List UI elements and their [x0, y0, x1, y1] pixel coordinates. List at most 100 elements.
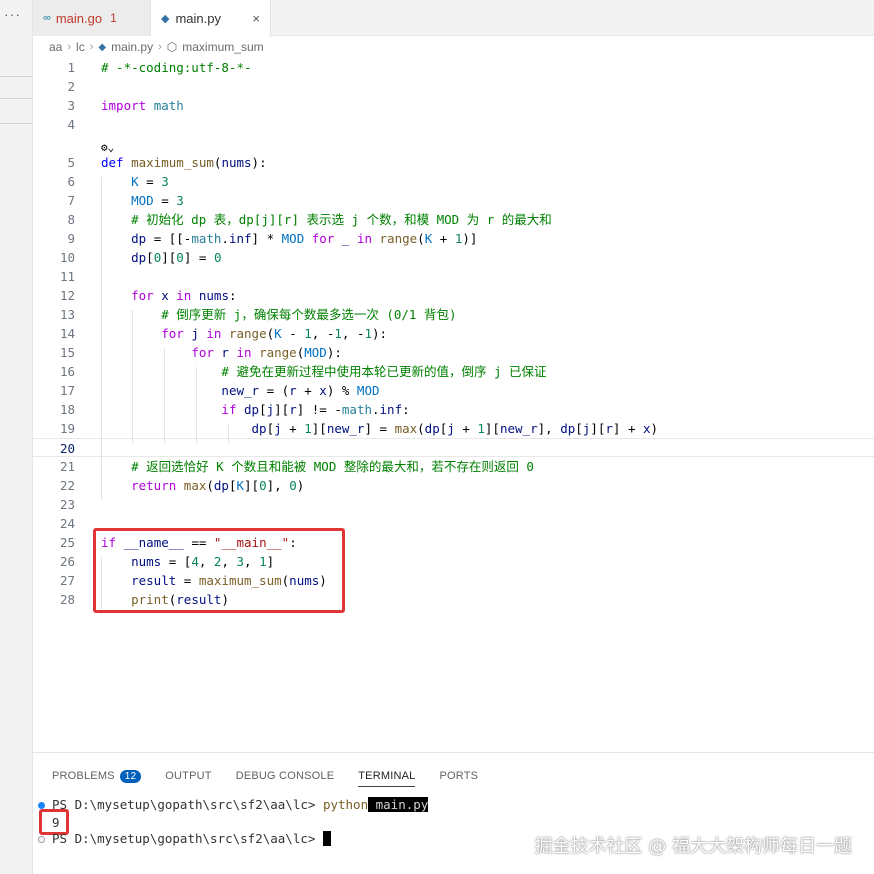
code-line[interactable]: 9 dp = [[-math.inf] * MOD for _ in range… [33, 229, 874, 248]
code-token: dp [131, 250, 147, 265]
code-line[interactable]: 21 # 返回选恰好 K 个数且和能被 MOD 整除的最大和，若不存在则返回 0 [33, 457, 874, 476]
code-line[interactable]: 1 # -*-coding:utf-8-*- [33, 58, 874, 77]
code-line[interactable]: 15 for r in range(MOD): [33, 343, 874, 362]
code-line[interactable]: 14 for j in range(K - 1, -1, -1): [33, 324, 874, 343]
code-line[interactable]: 17 new_r = (r + x) % MOD [33, 381, 874, 400]
code-token: r [289, 383, 297, 398]
line-number: 18 [59, 402, 75, 417]
code-token: ][ [161, 250, 177, 265]
code-token: dp [213, 478, 229, 493]
code-line[interactable]: 8 # 初始化 dp 表，dp[j][r] 表示选 j 个数，和模 MOD 为 … [33, 210, 874, 229]
breadcrumb-item[interactable]: aa [49, 40, 62, 54]
code-line[interactable]: 7 MOD = 3 [33, 191, 874, 210]
line-number: 26 [59, 554, 75, 569]
code-text: # 倒序更新 j，确保每个数最多选一次 (0/1 背包) [101, 305, 456, 324]
indent-guide [132, 310, 133, 443]
code-token: dp [244, 402, 260, 417]
tab-main-py[interactable]: ◆ main.py × [151, 0, 271, 37]
go-file-icon: ∞ [43, 12, 51, 24]
code-token: ): [251, 155, 267, 170]
code-line[interactable]: 19 dp[j + 1][new_r] = max(dp[j + 1][new_… [33, 419, 874, 438]
breadcrumb-item[interactable]: lc [76, 40, 85, 54]
tab-ports[interactable]: PORTS [439, 765, 478, 787]
code-token: new_r [499, 421, 538, 436]
tab-problems[interactable]: PROBLEMS 12 [52, 765, 142, 787]
code-token: MOD [304, 345, 327, 360]
code-text: # 返回选恰好 K 个数且和能被 MOD 整除的最大和，若不存在则返回 0 [101, 457, 534, 476]
code-line[interactable]: 20 [33, 438, 874, 457]
code-token: 1 [334, 326, 342, 341]
code-line[interactable]: 4 [33, 115, 874, 134]
tab-label: PROBLEMS [52, 770, 115, 782]
more-actions-icon[interactable]: ··· [4, 6, 21, 22]
code-line[interactable]: 10 dp[0][0] = 0 [33, 248, 874, 267]
code-token: 3 [176, 193, 184, 208]
code-line[interactable]: 5 def maximum_sum(nums): [33, 153, 874, 172]
code-text: for j in range(K - 1, -1, -1): [101, 324, 387, 343]
code-token: maximum_sum [131, 155, 214, 170]
terminal-prompt: PS D:\mysetup\gopath\src\sf2\aa\lc> [52, 797, 323, 812]
terminal-line: PS D:\mysetup\gopath\src\sf2\aa\lc> pyth… [52, 796, 429, 814]
python-file-icon: ◆ [161, 13, 170, 25]
code-line[interactable]: 3 import math [33, 96, 874, 115]
tab-main-go[interactable]: ∞ main.go 1 [33, 0, 151, 36]
code-line[interactable]: 23 [33, 495, 874, 514]
code-token: # 避免在更新过程中使用本轮已更新的值，倒序 j 已保证 [221, 364, 547, 379]
code-token: ] * [251, 231, 282, 246]
tab-label: PORTS [439, 770, 479, 782]
code-token: [ [228, 478, 237, 493]
code-text: if dp[j][r] != -math.inf: [101, 400, 409, 419]
sidebar-divider [0, 76, 33, 77]
code-token: j [191, 326, 199, 341]
code-text: new_r = (r + x) % MOD [101, 381, 379, 400]
terminal-command: python [322, 797, 369, 812]
tab-output[interactable]: OUTPUT [165, 765, 211, 787]
code-token: for [131, 288, 154, 303]
command-status-icon[interactable] [38, 802, 45, 809]
terminal-line[interactable]: PS D:\mysetup\gopath\src\sf2\aa\lc> [52, 830, 331, 848]
code-line[interactable]: 16 # 避免在更新过程中使用本轮已更新的值，倒序 j 已保证 [33, 362, 874, 381]
tab-terminal[interactable]: TERMINAL [358, 765, 416, 787]
command-status-icon[interactable] [38, 836, 45, 843]
code-token: ): [326, 345, 342, 360]
code-token: + [281, 421, 305, 436]
code-text: dp[0][0] = 0 [101, 248, 221, 267]
code-token: K [274, 326, 282, 341]
code-token: inf [228, 231, 252, 246]
code-token: dp [424, 421, 440, 436]
code-token: dp [560, 421, 576, 436]
code-line[interactable]: 12 for x in nums: [33, 286, 874, 305]
code-token: MOD [131, 193, 154, 208]
sidebar-divider [0, 123, 33, 124]
code-line[interactable]: 11 [33, 267, 874, 286]
code-token: 0 [259, 478, 267, 493]
code-token: max [394, 421, 418, 436]
close-icon[interactable]: × [252, 11, 260, 26]
code-token: new_r [326, 421, 365, 436]
line-number: 5 [67, 155, 75, 170]
code-line[interactable]: 18 if dp[j][r] != -math.inf: [33, 400, 874, 419]
breadcrumb-item[interactable]: main.py [111, 40, 153, 54]
code-token: r [221, 345, 229, 360]
indent-guide [196, 367, 197, 443]
line-number: 13 [59, 307, 75, 322]
breadcrumb-item[interactable]: maximum_sum [182, 40, 263, 54]
code-line[interactable]: 13 # 倒序更新 j，确保每个数最多选一次 (0/1 背包) [33, 305, 874, 324]
code-token: range [228, 326, 267, 341]
breadcrumb: aa › lc › ◆ main.py › ⬡ maximum_sum [49, 38, 264, 56]
code-editor[interactable]: 1 # -*-coding:utf-8-*- 2 3 import math 4 ⚙⌄ 5 de… [33, 58, 874, 750]
code-token: j [266, 402, 275, 417]
tab-debug-console[interactable]: DEBUG CONSOLE [236, 765, 335, 787]
code-text: def maximum_sum(nums): [101, 153, 267, 172]
code-token: math [153, 98, 184, 113]
code-line[interactable]: 6 K = 3 [33, 172, 874, 191]
code-line[interactable]: 2 [33, 77, 874, 96]
code-line[interactable]: 22 return max(dp[K][0], 0) [33, 476, 874, 495]
code-token: [ [259, 402, 267, 417]
